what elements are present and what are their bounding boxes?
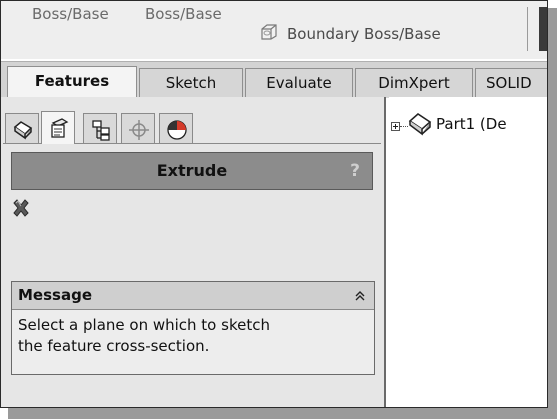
feature-manager-icon (13, 121, 33, 140)
boundary-boss-icon (259, 23, 279, 45)
configuration-manager-icon (92, 120, 110, 141)
feature-tree-pane: Part1 (De (389, 97, 547, 407)
display-manager-tab[interactable] (159, 113, 193, 143)
boss-base-button-1[interactable]: Boss/Base (32, 5, 109, 23)
collapse-chevron-icon[interactable] (354, 282, 366, 309)
property-manager-pane: Extrude ? Message Select a plane on whic… (1, 97, 386, 407)
part-icon (407, 111, 433, 141)
message-line-2: the feature cross-section. (18, 337, 210, 355)
tab-features[interactable]: Features (7, 66, 137, 99)
property-manager-header: Extrude ? (11, 152, 373, 190)
cancel-x-icon[interactable] (10, 197, 34, 221)
boundary-boss-base-button[interactable]: Boundary Boss/Base (287, 25, 441, 43)
drop-shadow-right (548, 8, 557, 419)
drop-shadow-bottom (8, 408, 557, 419)
property-manager-icon (51, 118, 69, 138)
tab-evaluate[interactable]: Evaluate (245, 68, 353, 98)
tree-expand-toggle[interactable] (391, 122, 400, 131)
manager-tab-strip (3, 109, 381, 144)
dimxpert-manager-icon (129, 120, 149, 140)
command-manager: Boss/Base Boss/Base Boundary Boss/Base (1, 1, 547, 59)
message-text: Select a plane on which to sketch the fe… (18, 315, 368, 357)
dimxpert-manager-tab[interactable] (121, 113, 155, 143)
screenshot-frame: Boss/Base Boss/Base Boundary Boss/Base F… (0, 0, 548, 408)
message-line-1: Select a plane on which to sketch (18, 316, 270, 334)
message-group-box: Message Select a plane on which to sketc… (11, 281, 375, 375)
boss-base-button-2[interactable]: Boss/Base (145, 5, 222, 23)
tree-root-part-label[interactable]: Part1 (De (436, 115, 507, 133)
tab-dimxpert[interactable]: DimXpert (355, 68, 473, 98)
command-overflow-edge (539, 7, 547, 51)
feature-manager-tab[interactable] (5, 113, 39, 143)
help-button[interactable]: ? (350, 153, 360, 189)
display-manager-icon (167, 120, 187, 140)
tab-sketch[interactable]: Sketch (139, 68, 243, 98)
command-manager-tabs: Features Sketch Evaluate DimXpert SOLID (1, 61, 547, 99)
configuration-manager-tab[interactable] (83, 113, 117, 143)
property-manager-tab[interactable] (41, 111, 75, 144)
command-separator (527, 7, 528, 51)
property-manager-title: Extrude (156, 161, 228, 180)
message-heading: Message (18, 286, 92, 304)
message-group-header[interactable]: Message (12, 282, 374, 310)
tab-solidworks-addins[interactable]: SOLID (475, 68, 547, 98)
